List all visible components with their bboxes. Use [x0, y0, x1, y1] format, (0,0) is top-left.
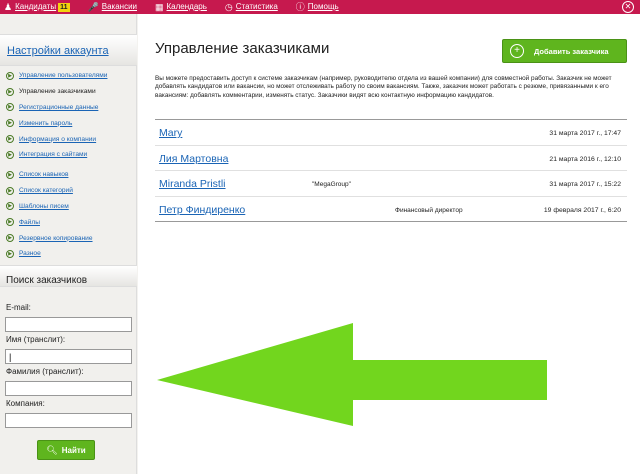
chevron-right-icon: ▶ — [6, 135, 14, 144]
clock-icon: ◷ — [224, 2, 233, 12]
sidebar-item-label: Список категорий — [19, 187, 73, 195]
chevron-right-icon: ▶ — [6, 103, 14, 112]
sidebar-item-label: Резервное копирование — [19, 234, 93, 242]
sidebar-item-registration[interactable]: ▶ Регистрационные данные — [6, 100, 107, 116]
client-name-link[interactable]: Петр Финдиренко — [159, 204, 245, 216]
nav-vacancies[interactable]: 🎤 Вакансии — [88, 0, 155, 14]
sidebar-item-label: Интеграция с сайтами — [19, 151, 88, 159]
close-icon[interactable]: ✕ — [622, 1, 634, 13]
candidates-icon: ♟ — [4, 2, 13, 12]
calendar-icon: ▦ — [155, 2, 164, 12]
sidebar-item-company-info[interactable]: ▶ Информация о компании — [6, 131, 107, 147]
email-label: E-mail: — [6, 303, 31, 312]
sidebar-title[interactable]: Настройки аккаунта — [0, 34, 137, 66]
sidebar-item-label: Файлы — [19, 218, 40, 226]
nav-candidates[interactable]: ♟ Кандидаты 11 — [0, 0, 88, 14]
sidebar-item-templates[interactable]: ▶ Шаблоны писем — [6, 199, 93, 215]
chevron-right-icon: ▶ — [6, 202, 14, 211]
client-date: 31 марта 2017 г., 17:47 — [549, 130, 621, 137]
sidebar-item-categories[interactable]: ▶ Список категорий — [6, 183, 93, 199]
nav-help[interactable]: ⓘ Помощь — [296, 0, 357, 14]
clients-table: Mary 31 марта 2017 г., 17:47 Лия Мартовн… — [155, 119, 627, 222]
nav-help-label: Помощь — [307, 2, 339, 11]
sidebar-item-label: Управление пользователями — [19, 72, 108, 80]
first-name-label: Имя (транслит): — [6, 335, 66, 344]
table-row: Miranda Pristli "MegaGroup" 31 марта 201… — [155, 171, 627, 197]
client-position: Финансовый директор — [395, 206, 463, 214]
find-button-label: Найти — [61, 445, 86, 455]
microphone-icon: 🎤 — [87, 2, 99, 12]
email-field[interactable] — [5, 317, 132, 332]
client-company: "MegaGroup" — [312, 181, 351, 188]
table-row: Петр Финдиренко Финансовый директор 19 ф… — [155, 197, 627, 222]
nav-calendar-label: Календарь — [166, 2, 207, 11]
chevron-right-icon: ▶ — [6, 186, 14, 195]
sidebar-item-backup[interactable]: ▶ Резервное копирование — [6, 230, 93, 246]
first-name-field[interactable] — [5, 349, 132, 364]
find-button[interactable]: 🔍︎ Найти — [37, 440, 95, 460]
sidebar-item-skills[interactable]: ▶ Список навыков — [6, 167, 93, 183]
nav-statistics-label: Статистика — [235, 2, 278, 11]
chevron-right-icon: ▶ — [6, 170, 14, 179]
sidebar-menu-lists: ▶ Список навыков ▶ Список категорий ▶ Шабло… — [6, 167, 93, 262]
client-date: 19 февраля 2017 г., 6:20 — [543, 206, 621, 214]
sidebar-item-users[interactable]: ▶ Управление пользователями — [6, 68, 107, 84]
add-client-button[interactable]: + Добавить заказчика — [502, 39, 627, 63]
sidebar-item-label: Изменить пароль — [19, 119, 73, 127]
last-name-label: Фамилия (транслит): — [6, 367, 84, 376]
sidebar-item-files[interactable]: ▶ Файлы — [6, 214, 93, 230]
sidebar-title-label: Настройки аккаунта — [7, 45, 109, 57]
page-title: Управление заказчиками — [155, 40, 330, 57]
client-name-link[interactable]: Miranda Pristli — [159, 178, 226, 190]
sidebar-item-password[interactable]: ▶ Изменить пароль — [6, 115, 107, 131]
nav-statistics[interactable]: ◷ Статистика — [225, 0, 296, 14]
page-description: Вы можете предоставить доступ к системе … — [155, 75, 612, 99]
chevron-right-icon: ▶ — [6, 87, 14, 96]
table-row: Mary 31 марта 2017 г., 17:47 — [155, 120, 627, 146]
search-panel-title: Поиск заказчиков — [0, 265, 137, 287]
nav-candidates-label: Кандидаты — [15, 2, 57, 11]
search-title-label: Поиск заказчиков — [6, 275, 88, 286]
sidebar-item-label: Список навыков — [19, 171, 69, 179]
sidebar-item-integration[interactable]: ▶ Интеграция с сайтами — [6, 147, 107, 163]
add-client-button-label: Добавить заказчика — [534, 46, 609, 56]
nav-calendar[interactable]: ▦ Календарь — [155, 0, 225, 14]
top-nav: ♟ Кандидаты 11 🎤 Вакансии ▦ Календарь ◷ … — [0, 0, 357, 14]
client-date: 21 марта 2016 г., 12:10 — [549, 155, 621, 163]
sidebar-item-clients[interactable]: ▶ Управление заказчиками — [6, 84, 107, 100]
client-name-link[interactable]: Mary — [159, 127, 182, 139]
sidebar-item-misc[interactable]: ▶ Разное — [6, 246, 93, 262]
chevron-right-icon: ▶ — [6, 150, 14, 159]
chevron-right-icon: ▶ — [6, 119, 14, 128]
last-name-field[interactable] — [5, 381, 132, 396]
arrow-left-icon — [157, 323, 547, 426]
chevron-right-icon: ▶ — [6, 218, 14, 227]
nav-vacancies-label: Вакансии — [101, 2, 137, 11]
client-date: 31 марта 2017 г., 15:22 — [549, 181, 621, 188]
sidebar-item-label: Разное — [19, 250, 41, 258]
candidates-count-badge: 11 — [58, 2, 70, 12]
sidebar-item-label: Управление заказчиками — [19, 88, 96, 96]
search-icon: 🔍︎ — [46, 444, 58, 455]
sidebar-menu-account: ▶ Управление пользователями ▶ Управление з… — [6, 68, 107, 163]
table-row: Лия Мартовна 21 марта 2016 г., 12:10 — [155, 146, 627, 171]
chevron-right-icon: ▶ — [6, 71, 14, 80]
sidebar-item-label: Информация о компании — [19, 135, 97, 143]
help-icon: ⓘ — [295, 2, 305, 12]
chevron-right-icon: ▶ — [6, 249, 14, 258]
sidebar-item-label: Регистрационные данные — [19, 103, 99, 111]
chevron-right-icon: ▶ — [6, 234, 14, 243]
company-field[interactable] — [5, 413, 132, 428]
sidebar-item-label: Шаблоны писем — [19, 202, 69, 210]
add-user-icon: + — [510, 44, 524, 58]
client-name-link[interactable]: Лия Мартовна — [159, 153, 228, 165]
company-label: Компания: — [6, 399, 45, 408]
